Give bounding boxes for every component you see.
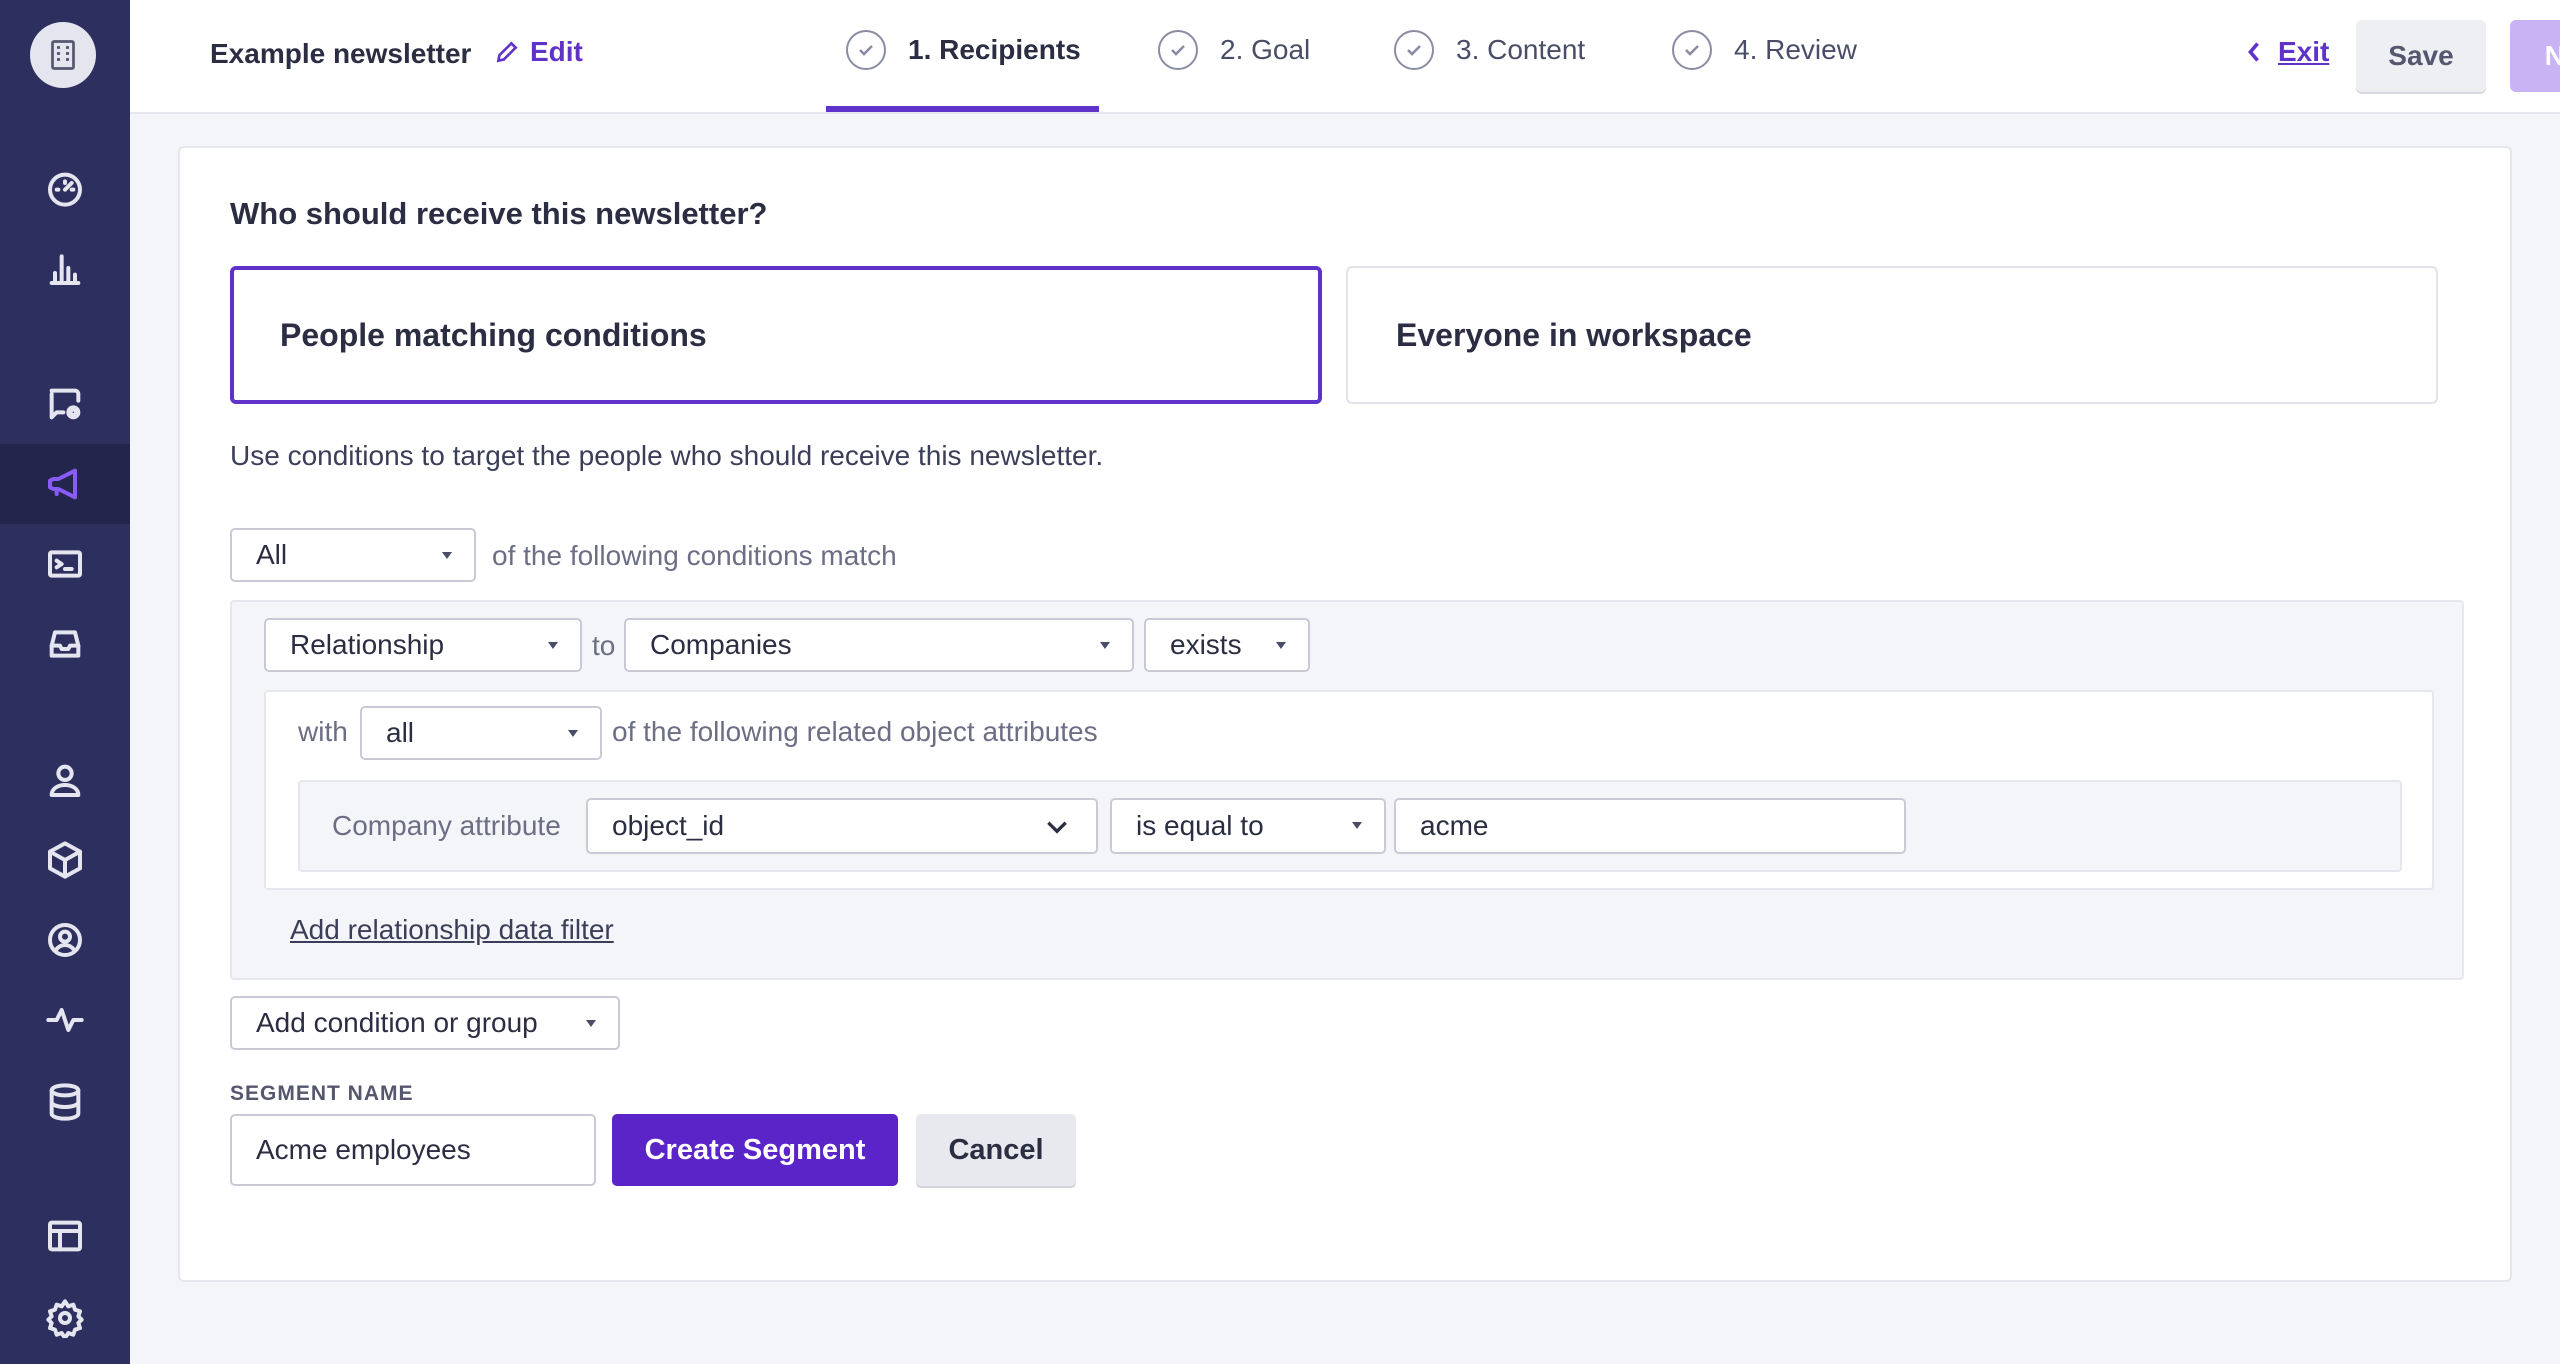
check-circle-icon <box>1158 30 1198 70</box>
sidebar <box>0 0 130 1364</box>
add-condition-label: Add condition or group <box>256 1007 538 1038</box>
company-attribute-label: Company attribute <box>332 810 561 841</box>
scope-text: of the following related object attribut… <box>612 716 1098 747</box>
newsletter-title: Example newsletter <box>210 38 472 69</box>
object-type-value: Companies <box>650 629 792 660</box>
database-icon[interactable] <box>0 1062 130 1142</box>
condition-group: Relationship to Companies exists with al… <box>230 600 2464 980</box>
attribute-scope-select[interactable]: all <box>360 706 602 760</box>
attribute-select[interactable]: object_id <box>586 798 1098 854</box>
step-content[interactable]: 3. Content <box>1394 30 1585 70</box>
edit-button[interactable]: Edit <box>494 36 583 68</box>
dashboard-icon[interactable] <box>0 148 130 228</box>
check-circle-icon <box>1672 30 1712 70</box>
operator-select[interactable]: exists <box>1144 618 1310 672</box>
comparator-select[interactable]: is equal to <box>1110 798 1386 854</box>
relationship-filter-box: with all of the following related object… <box>264 690 2434 890</box>
step-review[interactable]: 4. Review <box>1672 30 1857 70</box>
recipients-question: Who should receive this newsletter? <box>230 196 768 231</box>
step-label: 4. Review <box>1734 34 1857 65</box>
caret-down-icon <box>442 552 452 559</box>
table-icon[interactable] <box>0 1196 130 1276</box>
attribute-value-text: acme <box>1420 810 1489 841</box>
cancel-button[interactable]: Cancel <box>916 1114 1076 1186</box>
create-segment-button[interactable]: Create Segment <box>612 1114 898 1186</box>
operator-value: exists <box>1170 629 1242 660</box>
option-people-matching-conditions[interactable]: People matching conditions <box>230 266 1322 404</box>
building-icon[interactable] <box>30 22 96 88</box>
edit-label: Edit <box>530 36 583 67</box>
add-condition-select[interactable]: Add condition or group <box>230 996 620 1050</box>
add-relationship-filter-link[interactable]: Add relationship data filter <box>290 914 614 946</box>
condition-type-select[interactable]: Relationship <box>264 618 582 672</box>
chevron-down-icon <box>1044 814 1070 840</box>
attribute-scope-value: all <box>386 717 415 748</box>
next-button[interactable]: Next <box>2510 20 2560 92</box>
caret-down-icon <box>586 1020 596 1027</box>
attribute-value: object_id <box>612 810 725 841</box>
to-text: to <box>592 630 616 661</box>
match-all-select[interactable]: All <box>230 528 476 582</box>
exit-button[interactable]: Exit <box>2244 36 2329 68</box>
caret-down-icon <box>548 642 558 649</box>
segment-name-input[interactable]: Acme employees <box>230 1114 596 1186</box>
cube-icon[interactable] <box>0 820 130 900</box>
chevron-left-icon <box>2248 42 2259 62</box>
megaphone-icon[interactable] <box>0 444 130 524</box>
activity-icon[interactable] <box>0 980 130 1060</box>
segment-name-label: SEGMENT NAME <box>230 1082 414 1105</box>
pencil-icon <box>496 41 518 63</box>
caret-down-icon <box>568 730 578 737</box>
step-label: 1. Recipients <box>908 34 1081 65</box>
user-circle-icon[interactable] <box>0 900 130 980</box>
step-goal[interactable]: 2. Goal <box>1158 30 1310 70</box>
step-recipients[interactable]: 1. Recipients <box>846 30 1081 70</box>
save-button[interactable]: Save <box>2356 20 2486 92</box>
object-type-select[interactable]: Companies <box>624 618 1134 672</box>
check-circle-icon <box>1394 30 1434 70</box>
with-text: with <box>298 716 348 747</box>
match-select-value: All <box>256 539 288 570</box>
attribute-filter-row: Company attribute object_id is equal to … <box>298 780 2402 872</box>
chat-settings-icon[interactable] <box>0 364 130 444</box>
comparator-value: is equal to <box>1136 810 1264 841</box>
match-text: of the following conditions match <box>492 540 897 571</box>
segment-name-value: Acme employees <box>256 1134 471 1165</box>
terminal-icon[interactable] <box>0 524 130 604</box>
top-header: Example newsletter Edit 1. Recipients 2.… <box>130 0 2560 114</box>
option-everyone-in-workspace[interactable]: Everyone in workspace <box>1346 266 2438 404</box>
active-step-indicator <box>826 106 1099 112</box>
step-label: 2. Goal <box>1220 34 1311 65</box>
exit-label: Exit <box>2278 36 2330 67</box>
gear-icon[interactable] <box>0 1278 130 1358</box>
inbox-icon[interactable] <box>0 604 130 684</box>
step-label: 3. Content <box>1456 34 1586 65</box>
caret-down-icon <box>1100 642 1110 649</box>
caret-down-icon <box>1352 822 1362 829</box>
bar-chart-icon[interactable] <box>0 228 130 308</box>
check-circle-icon <box>846 30 886 70</box>
caret-down-icon <box>1276 642 1286 649</box>
condition-type-value: Relationship <box>290 629 445 660</box>
recipients-card: Who should receive this newsletter? Peop… <box>178 146 2512 1282</box>
conditions-hint: Use conditions to target the people who … <box>230 440 1104 471</box>
person-icon[interactable] <box>0 740 130 820</box>
attribute-value-input[interactable]: acme <box>1394 798 1906 854</box>
